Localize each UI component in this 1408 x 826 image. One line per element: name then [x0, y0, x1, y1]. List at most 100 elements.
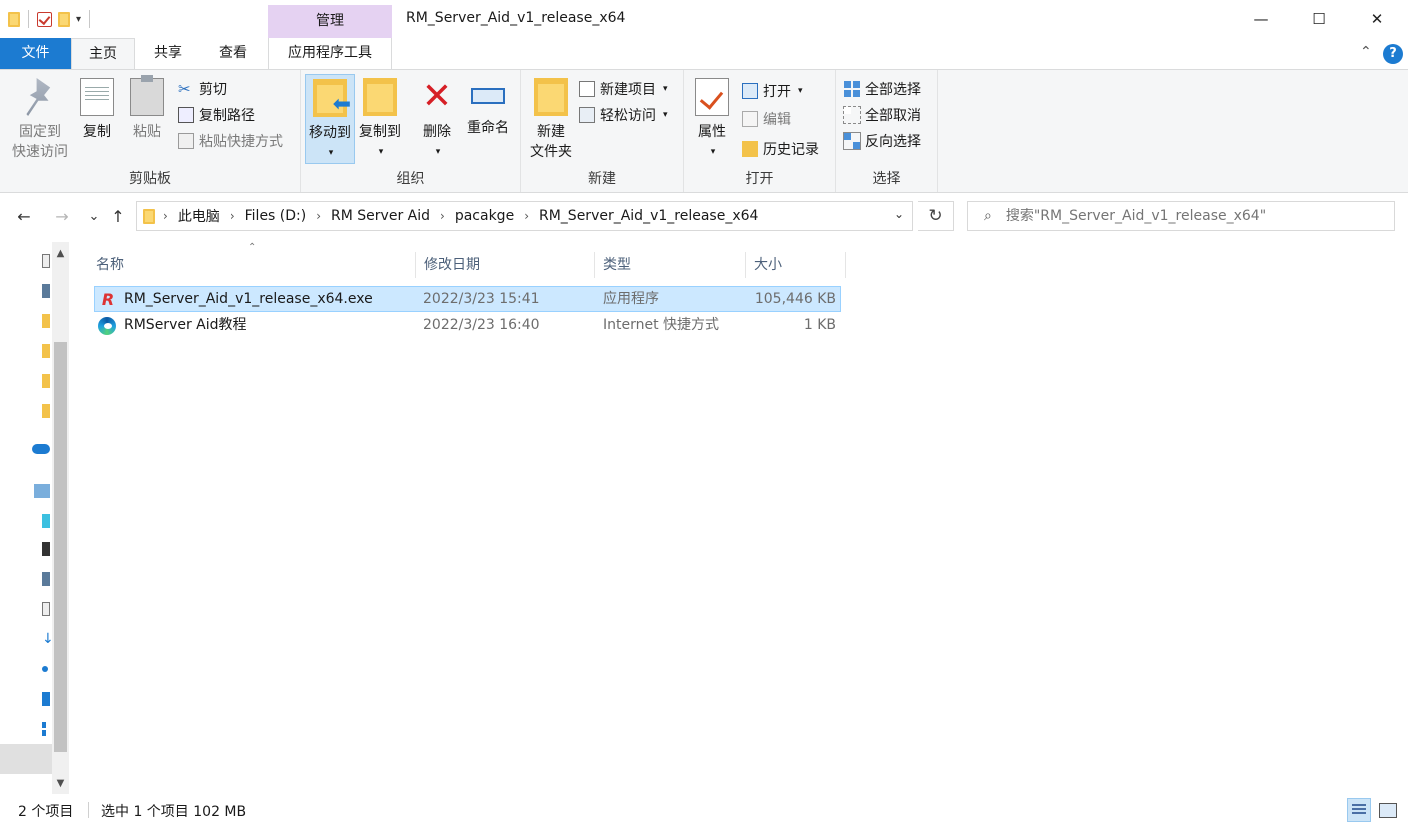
search-box[interactable]: ⌕ [967, 201, 1395, 231]
new-item-dropdown: ▾ [663, 84, 668, 94]
onedrive-cloud-icon[interactable] [32, 444, 50, 454]
status-bar: 2 个项目 选中 1 个项目 102 MB [0, 794, 1408, 826]
group-label-new: 新建 [588, 171, 616, 187]
copy-path-button[interactable]: 复制路径 [178, 104, 255, 126]
nav-pictures-icon[interactable] [42, 284, 50, 298]
move-to-button[interactable]: 移动到 ▾ [305, 74, 355, 164]
address-history-dropdown[interactable]: ⌄ [894, 207, 904, 221]
scissors-icon: ✂ [178, 80, 191, 98]
pin-quick-access-button[interactable]: 固定到 快速访问 [12, 74, 68, 162]
nav-folder-icon[interactable] [42, 344, 50, 358]
maximize-button[interactable]: ☐ [1290, 0, 1348, 38]
copy-label: 复制 [83, 124, 111, 140]
search-input[interactable] [1005, 208, 1386, 224]
column-header-name[interactable]: 名称 [88, 252, 416, 278]
music-icon[interactable] [42, 666, 48, 672]
forward-button[interactable]: → [52, 206, 72, 228]
move-to-icon [313, 79, 351, 117]
window-title: RM_Server_Aid_v1_release_x64 [406, 10, 626, 26]
select-none-button[interactable]: 全部取消 [843, 104, 921, 126]
open-dropdown: ▾ [798, 86, 803, 96]
nav-document-icon[interactable] [42, 254, 50, 268]
easy-access-button[interactable]: 轻松访问 ▾ [579, 104, 668, 126]
nav-scroll-thumb[interactable] [54, 342, 67, 752]
nav-folder-icon[interactable] [42, 314, 50, 328]
downloads-arrow-icon[interactable]: ↓ [42, 632, 54, 646]
breadcrumb-drive-d[interactable]: Files (D:) [245, 208, 307, 224]
tab-view[interactable]: 查看 [203, 38, 263, 69]
desktop-icon[interactable] [42, 692, 50, 706]
tab-share[interactable]: 共享 [139, 38, 197, 69]
tab-file[interactable]: 文件 [0, 38, 71, 69]
nav-folder-icon[interactable] [42, 404, 50, 418]
3d-objects-icon[interactable] [42, 514, 50, 528]
breadcrumb-this-pc[interactable]: 此电脑 [178, 206, 220, 226]
cut-button[interactable]: ✂ 剪切 [178, 78, 227, 100]
move-to-dropdown: ▾ [328, 148, 334, 158]
column-header-size[interactable]: 大小 [746, 252, 846, 278]
nav-scrollbar[interactable]: ▲ ▼ [52, 242, 69, 794]
pictures-icon[interactable] [42, 572, 50, 586]
refresh-button[interactable]: ↻ [918, 201, 954, 231]
address-bar[interactable]: › 此电脑 › Files (D:) › RM Server Aid › pac… [136, 201, 913, 231]
help-icon[interactable]: ? [1383, 44, 1403, 64]
properties-check-icon[interactable] [37, 11, 52, 27]
videos-icon[interactable] [42, 542, 50, 556]
collapse-ribbon-icon[interactable]: ⌃ [1360, 44, 1372, 60]
history-icon [742, 141, 758, 157]
open-button[interactable]: 打开 ▾ [742, 80, 803, 102]
column-header-type[interactable]: 类型 [595, 252, 746, 278]
up-button[interactable]: ↑ [108, 206, 128, 228]
windows-drive-icon[interactable] [42, 722, 50, 736]
select-none-label: 全部取消 [865, 108, 921, 124]
new-item-button[interactable]: 新建项目 ▾ [579, 78, 668, 100]
edit-button[interactable]: 编辑 [742, 108, 791, 130]
invert-selection-icon [843, 132, 861, 150]
select-all-label: 全部选择 [865, 82, 921, 98]
customize-toolbar-dropdown[interactable]: ▾ [76, 14, 81, 25]
easy-access-dropdown: ▾ [663, 110, 668, 120]
history-button[interactable]: 历史记录 [742, 138, 819, 160]
documents-icon[interactable] [42, 602, 50, 616]
details-view-icon[interactable] [1347, 798, 1371, 822]
paste-shortcut-button[interactable]: 粘贴快捷方式 [178, 130, 283, 152]
nav-scroll-up-arrow-icon[interactable]: ▲ [52, 248, 69, 259]
rename-button[interactable]: 重命名 [461, 74, 515, 138]
back-button[interactable]: ← [14, 206, 34, 228]
file-row[interactable]: RMServer Aid教程 2022/3/23 16:40 Internet … [94, 313, 841, 339]
breadcrumb-current-folder[interactable]: RM_Server_Aid_v1_release_x64 [539, 208, 758, 224]
this-pc-icon[interactable] [34, 484, 50, 498]
copy-to-icon [363, 78, 397, 116]
minimize-button[interactable]: — [1232, 0, 1290, 38]
tab-home[interactable]: 主页 [71, 38, 135, 69]
file-name: RMServer Aid教程 [124, 317, 247, 333]
new-folder-button[interactable]: 新建 文件夹 [525, 74, 577, 162]
tab-app-tools[interactable]: 应用程序工具 [268, 38, 392, 69]
nav-selected-item[interactable] [0, 744, 52, 774]
new-folder-label-line2: 文件夹 [530, 144, 572, 160]
invert-selection-button[interactable]: 反向选择 [843, 130, 921, 152]
select-all-button[interactable]: 全部选择 [844, 78, 921, 100]
copy-to-button[interactable]: 复制到 ▾ [355, 74, 405, 162]
nav-scroll-down-arrow-icon[interactable]: ▼ [52, 778, 69, 789]
navigation-pane[interactable]: ↓ ▲ ▼ [0, 242, 70, 794]
group-select: 全部选择 全部取消 反向选择 选择 [836, 70, 938, 192]
file-row[interactable]: R RM_Server_Aid_v1_release_x64.exe 2022/… [94, 286, 841, 312]
recent-locations-button[interactable]: ⌄ [84, 206, 104, 228]
paste-shortcut-icon [178, 133, 194, 149]
copy-button[interactable]: 复制 [72, 74, 122, 142]
nav-folder-icon[interactable] [42, 374, 50, 388]
large-icons-view-icon[interactable] [1376, 798, 1400, 822]
delete-button[interactable]: ✕ 删除 ▾ [413, 74, 461, 162]
properties-button[interactable]: 属性 ▾ [688, 74, 736, 162]
breadcrumb-pacakge[interactable]: pacakge [455, 208, 514, 224]
paste-button[interactable]: 粘贴 [122, 74, 172, 142]
paste-label: 粘贴 [133, 124, 161, 140]
new-folder-icon[interactable] [58, 11, 70, 27]
close-button[interactable]: ✕ [1348, 0, 1406, 38]
column-header-date[interactable]: 修改日期 [416, 252, 595, 278]
breadcrumb-rm-server-aid[interactable]: RM Server Aid [331, 208, 430, 224]
easy-access-label: 轻松访问 [600, 108, 656, 124]
folder-icon[interactable] [8, 11, 20, 27]
file-date: 2022/3/23 15:41 [423, 291, 540, 307]
